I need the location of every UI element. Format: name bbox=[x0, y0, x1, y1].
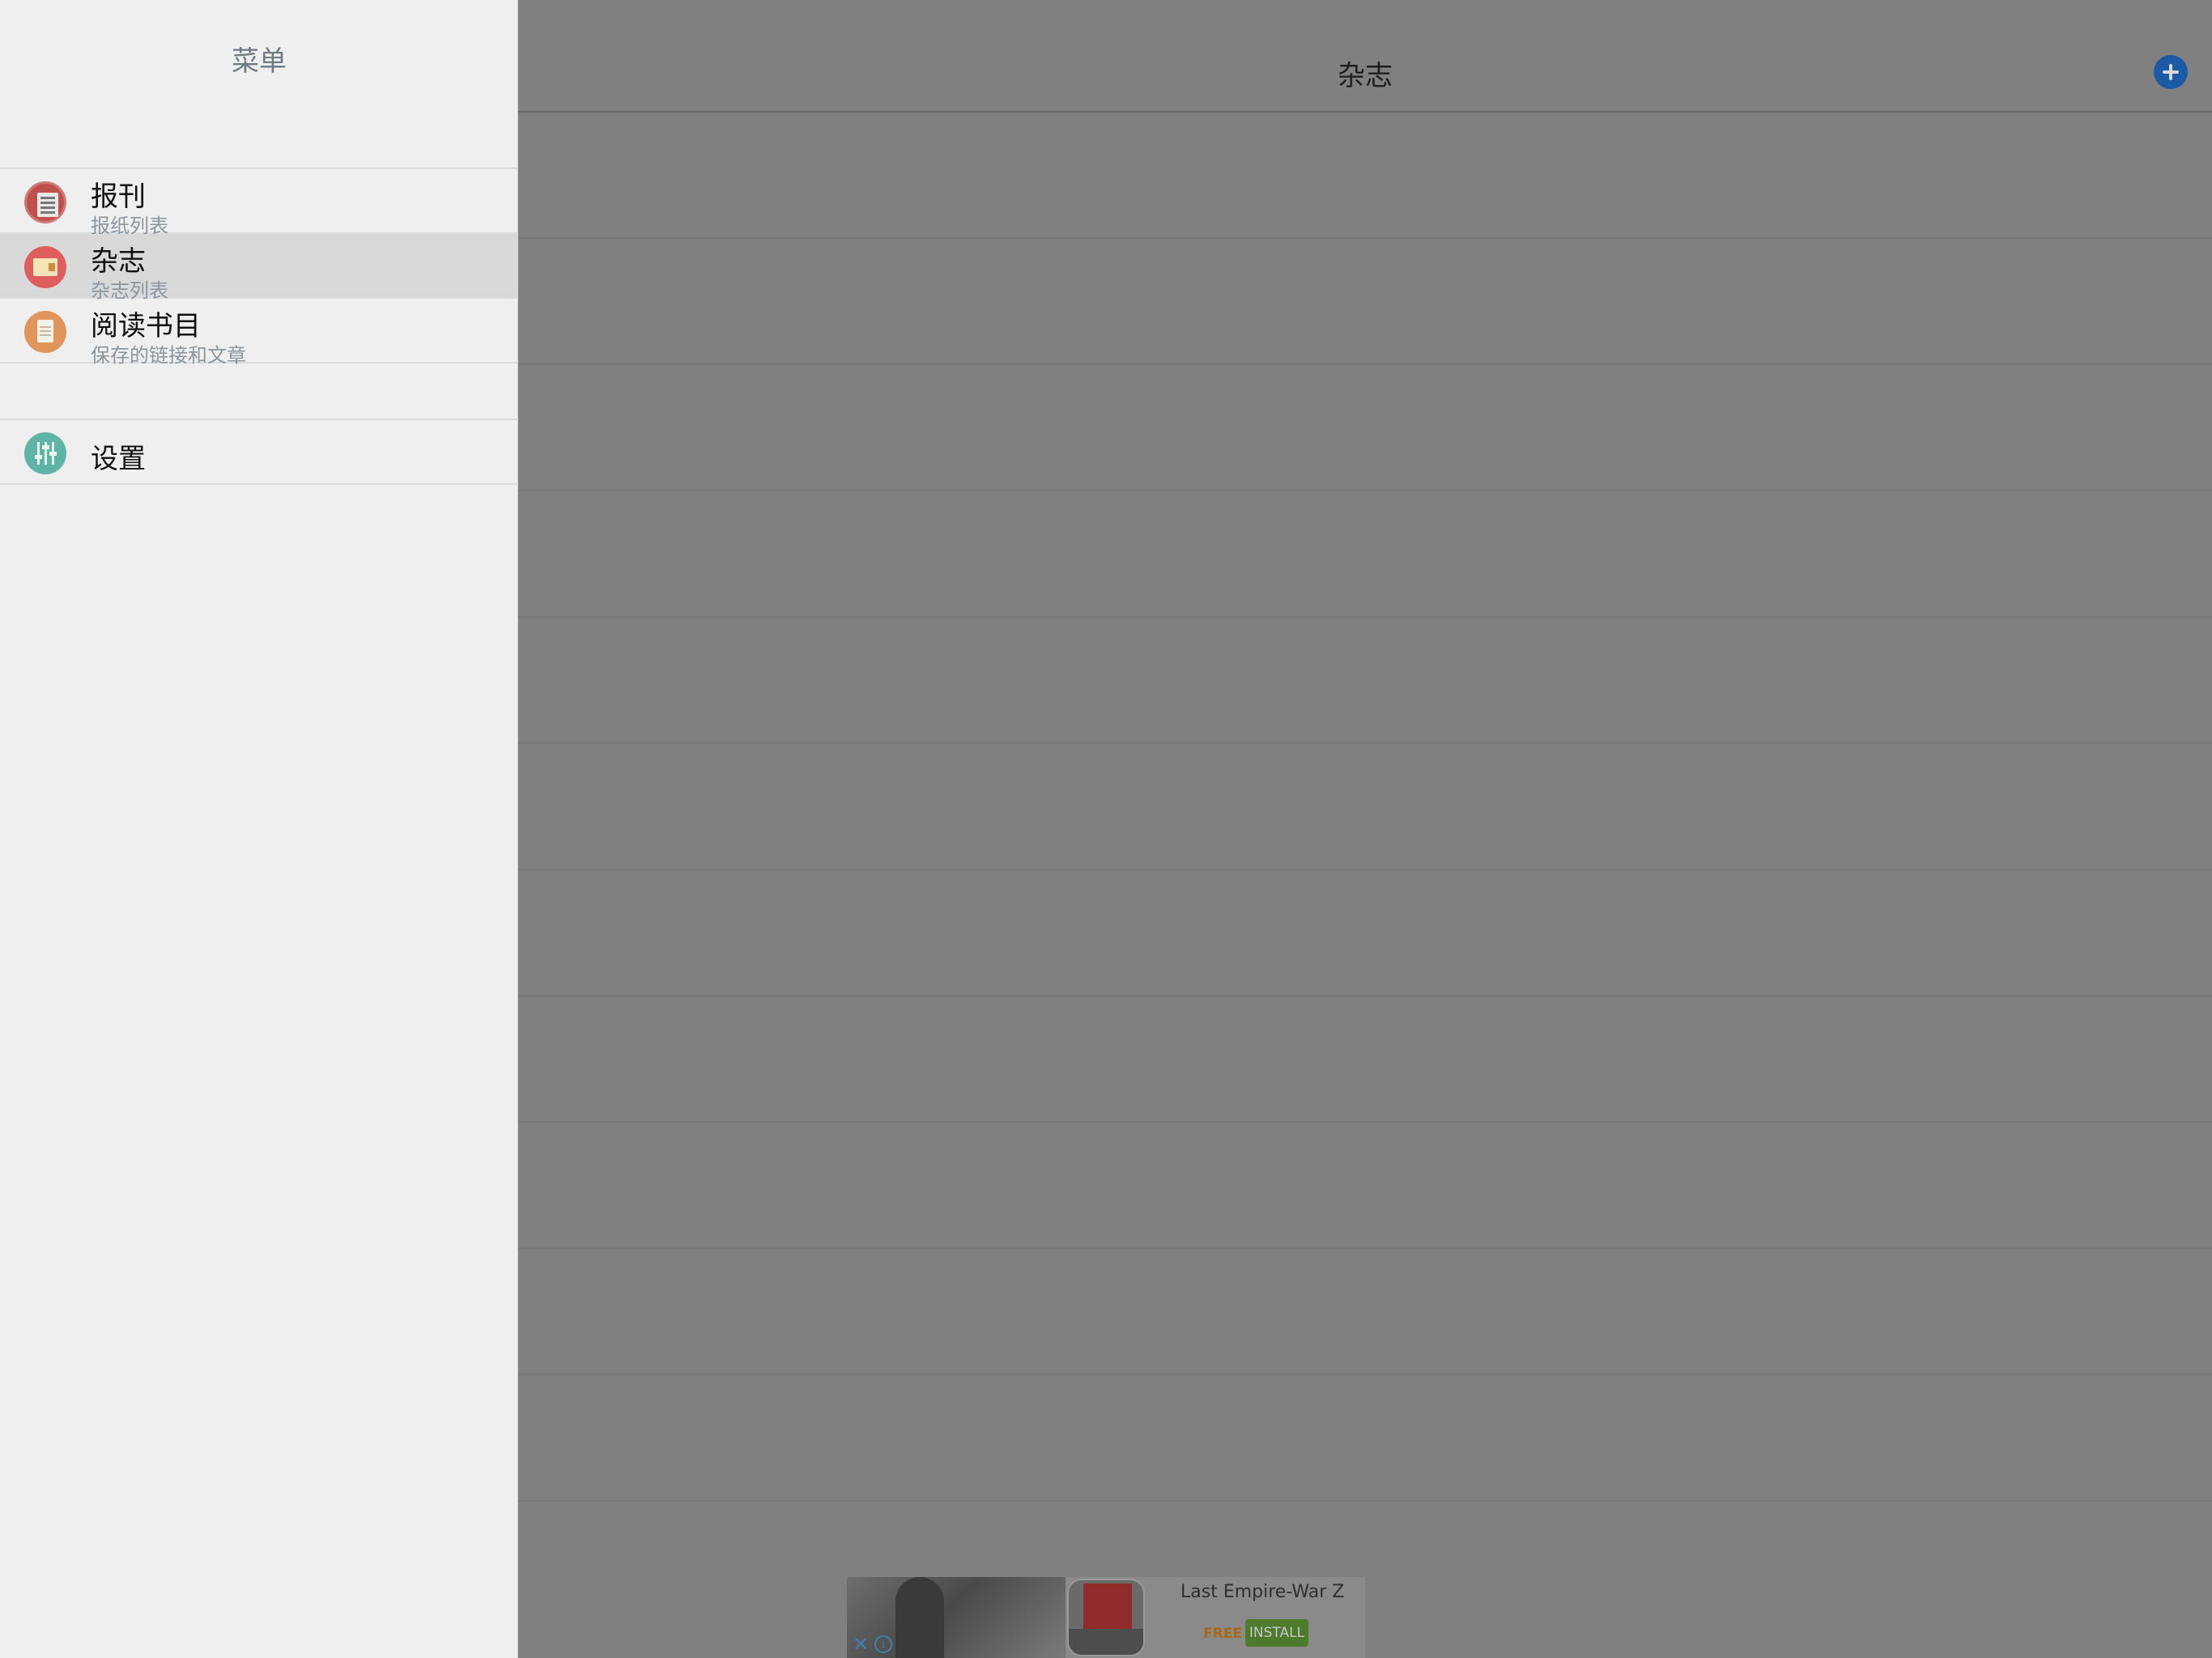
ad-title[interactable]: Last Empire-War Z bbox=[1180, 1582, 1359, 1602]
install-button[interactable]: INSTALL bbox=[1245, 1619, 1308, 1647]
newspaper-icon bbox=[24, 181, 66, 223]
magazine-icon bbox=[24, 246, 66, 288]
list-item[interactable] bbox=[518, 1249, 2212, 1375]
menu-separator bbox=[0, 363, 518, 420]
list-item[interactable] bbox=[518, 1375, 2212, 1502]
menu-item-settings[interactable]: 设置 bbox=[0, 420, 518, 485]
magazine-list bbox=[518, 113, 2212, 1502]
ad-price: FREE bbox=[1203, 1626, 1242, 1642]
list-item[interactable] bbox=[518, 491, 2212, 618]
menu-item-magazines[interactable]: 杂志 杂志列表 bbox=[0, 234, 518, 302]
list-item[interactable] bbox=[518, 618, 2212, 744]
navigation-bar: 杂志 bbox=[518, 0, 2212, 113]
info-icon[interactable]: i bbox=[874, 1635, 892, 1653]
menu-item-label: 杂志 bbox=[91, 245, 146, 278]
app-icon[interactable] bbox=[1067, 1579, 1145, 1656]
list-item[interactable] bbox=[518, 870, 2212, 997]
list-item[interactable] bbox=[518, 744, 2212, 870]
main-content: 杂志 ✕ i Last Empire-War Z FREE INSTALL bbox=[518, 0, 2212, 1658]
page-title: 杂志 bbox=[1338, 60, 1393, 92]
reading-list-icon bbox=[24, 311, 66, 353]
menu-item-reading-list[interactable]: 阅读书目 保存的链接和文章 bbox=[0, 299, 518, 367]
ad-banner[interactable]: ✕ i Last Empire-War Z FREE INSTALL bbox=[847, 1577, 1365, 1658]
list-item[interactable] bbox=[518, 113, 2212, 239]
list-item[interactable] bbox=[518, 997, 2212, 1123]
menu-list: 报刊 报纸列表 杂志 杂志列表 阅读书目 保存的链接和文章 设置 bbox=[0, 168, 518, 485]
settings-sliders-icon bbox=[24, 432, 66, 474]
side-menu: 菜单 报刊 报纸列表 杂志 杂志列表 阅读书目 保存的链接和文章 设置 bbox=[0, 0, 518, 1658]
add-icon[interactable] bbox=[2154, 55, 2188, 89]
menu-item-label: 阅读书目 bbox=[91, 310, 201, 342]
menu-title: 菜单 bbox=[232, 45, 287, 78]
menu-item-newspapers[interactable]: 报刊 报纸列表 bbox=[0, 169, 518, 237]
close-icon[interactable]: ✕ bbox=[850, 1634, 871, 1655]
list-item[interactable] bbox=[518, 239, 2212, 365]
menu-item-label: 设置 bbox=[91, 443, 146, 475]
list-item[interactable] bbox=[518, 1123, 2212, 1249]
list-item[interactable] bbox=[518, 365, 2212, 491]
menu-item-subtitle: 保存的链接和文章 bbox=[91, 344, 246, 367]
menu-item-label: 报刊 bbox=[91, 181, 146, 213]
